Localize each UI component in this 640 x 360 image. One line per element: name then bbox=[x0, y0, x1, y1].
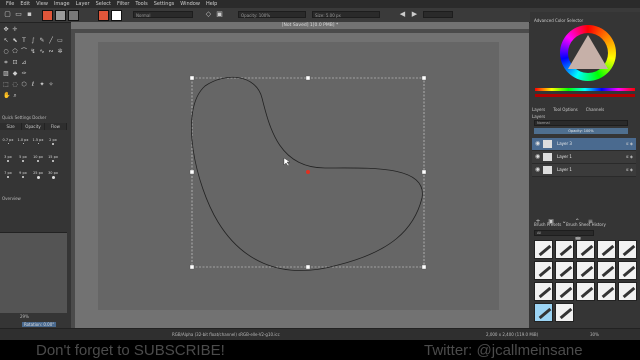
layer-name: Layer 1 bbox=[557, 167, 572, 172]
brush-preset[interactable] bbox=[576, 261, 595, 280]
tab-tool-options[interactable]: Tool Options bbox=[553, 106, 577, 113]
blob-shape-outline[interactable] bbox=[191, 76, 423, 271]
layer-blend-select[interactable]: Normal bbox=[534, 120, 628, 126]
layer-lock-icon[interactable]: α ◈ bbox=[626, 167, 633, 173]
brush-preset[interactable] bbox=[555, 261, 574, 280]
layer-thumbnail bbox=[543, 140, 552, 148]
layer-lock-icon[interactable]: α ◈ bbox=[626, 154, 633, 160]
brush-preset-grid bbox=[534, 240, 638, 322]
brush-preset-selected[interactable] bbox=[534, 303, 553, 322]
layer-row[interactable]: ◉ Layer 3 α ◈ bbox=[532, 138, 636, 151]
brush-preset[interactable] bbox=[618, 240, 637, 259]
layer-lock-icon[interactable]: α ◈ bbox=[626, 141, 633, 147]
krita-window: File Edit View Image Layer Select Filter… bbox=[0, 0, 640, 340]
brush-preset[interactable] bbox=[597, 282, 616, 301]
color-triangle[interactable] bbox=[568, 35, 608, 69]
brush-preset[interactable] bbox=[534, 240, 553, 259]
brush-preset[interactable] bbox=[597, 240, 616, 259]
brush-preset[interactable] bbox=[555, 240, 574, 259]
handle-top-right[interactable] bbox=[421, 75, 427, 81]
rotation-center-handle[interactable] bbox=[306, 170, 310, 174]
brush-filter-select[interactable]: All bbox=[534, 230, 594, 236]
visibility-eye-icon[interactable]: ◉ bbox=[535, 153, 540, 161]
layer-thumbnail bbox=[543, 153, 552, 161]
saturation-slider[interactable] bbox=[535, 94, 635, 97]
twitter-overlay-text: Twitter: @jcallmeinsane bbox=[424, 342, 583, 359]
brush-presets-tab[interactable]: Brush Presets bbox=[534, 222, 561, 227]
visibility-eye-icon[interactable]: ◉ bbox=[535, 166, 540, 174]
handle-bottom-left[interactable] bbox=[189, 264, 195, 270]
handle-bottom-right[interactable] bbox=[421, 264, 427, 270]
tab-channels[interactable]: Channels bbox=[586, 106, 605, 113]
mouse-cursor-icon bbox=[283, 157, 291, 167]
dock-tabs: Layers Tool Options Channels bbox=[532, 106, 636, 113]
layers-title: Layers bbox=[532, 114, 546, 119]
hue-slider[interactable] bbox=[535, 88, 635, 91]
brush-history-tab[interactable]: Brush Sheet History bbox=[566, 222, 606, 227]
handle-bottom-center[interactable] bbox=[305, 264, 311, 270]
tab-layers[interactable]: Layers bbox=[532, 106, 545, 113]
brush-preset[interactable] bbox=[597, 261, 616, 280]
visibility-eye-icon[interactable]: ◉ bbox=[535, 140, 540, 148]
handle-top-left[interactable] bbox=[189, 75, 195, 81]
brush-preset[interactable] bbox=[555, 282, 574, 301]
brush-preset[interactable] bbox=[576, 240, 595, 259]
brush-preset[interactable] bbox=[534, 282, 553, 301]
handle-middle-left[interactable] bbox=[189, 169, 195, 175]
layer-buttons: + ▣ ⌄ ⌃ ≡ 🗑 bbox=[534, 208, 638, 244]
handle-top-center[interactable] bbox=[305, 75, 311, 81]
brush-preset[interactable] bbox=[618, 261, 637, 280]
layer-row[interactable]: ◉ Layer 1 α ◈ bbox=[532, 151, 636, 164]
brush-preset[interactable] bbox=[618, 282, 637, 301]
layer-name: Layer 1 bbox=[557, 154, 572, 159]
handle-middle-right[interactable] bbox=[421, 169, 427, 175]
image-dimensions: 2,000 x 2,400 (119.0 MiB) bbox=[486, 332, 539, 337]
zoom-level[interactable]: 30% bbox=[590, 332, 599, 338]
color-space-info: RGB/Alpha (32-bit float/channel) sRGB-el… bbox=[172, 332, 280, 337]
layer-name: Layer 3 bbox=[557, 141, 572, 146]
brush-preset[interactable] bbox=[555, 303, 574, 322]
status-bar: RGB/Alpha (32-bit float/channel) sRGB-el… bbox=[0, 328, 640, 340]
layer-row[interactable]: ◉ Layer 1 α ◈ bbox=[532, 164, 636, 177]
brush-preset[interactable] bbox=[576, 282, 595, 301]
layer-opacity-slider[interactable]: Opacity: 100% bbox=[534, 128, 628, 134]
brush-preset[interactable] bbox=[534, 261, 553, 280]
layer-thumbnail bbox=[543, 166, 552, 174]
subscribe-overlay-text: Don't forget to SUBSCRIBE! bbox=[36, 342, 225, 359]
color-selector-title: Advanced Color Selector bbox=[534, 18, 584, 23]
